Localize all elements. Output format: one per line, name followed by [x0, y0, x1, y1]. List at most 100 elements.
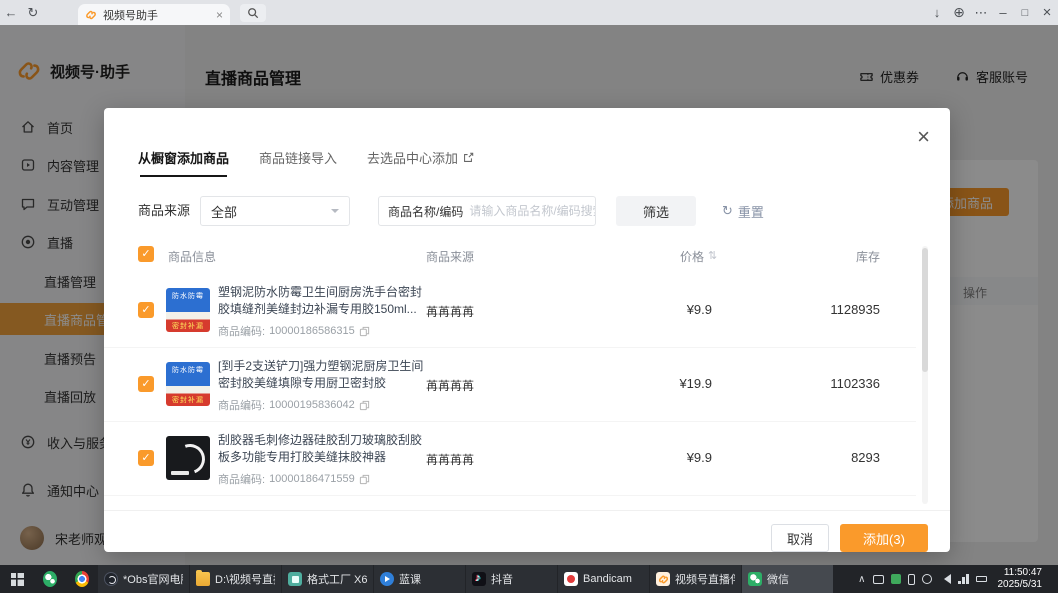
browser-chrome: 视频号助手: [0, 0, 1058, 25]
product-stock: 1102336: [792, 376, 880, 391]
modal-scrollbar[interactable]: [922, 246, 928, 504]
sort-icon[interactable]: [708, 249, 717, 262]
download-icon[interactable]: [926, 0, 948, 25]
row-checkbox[interactable]: [138, 376, 154, 392]
search-icon[interactable]: [240, 4, 266, 22]
taskbar-app-wechat[interactable]: 微信: [742, 565, 833, 593]
taskbar: *Obs官网电脑... D:\视频号直播... 格式工厂 X64 ... 蓝课 …: [0, 565, 1058, 593]
tab-label: 从橱窗添加商品: [138, 148, 229, 167]
product-stock: 1128935: [792, 302, 880, 317]
network-icon[interactable]: [958, 574, 969, 584]
refresh-icon[interactable]: [22, 0, 44, 25]
row-checkbox[interactable]: [138, 302, 154, 318]
cancel-button[interactable]: 取消: [771, 524, 829, 552]
channels-live-icon: [656, 572, 670, 586]
select-all-checkbox[interactable]: [138, 246, 154, 262]
speaker-icon[interactable]: [939, 574, 951, 584]
more-icon[interactable]: [970, 0, 992, 25]
back-icon[interactable]: [0, 0, 22, 25]
column-product-info: 商品信息: [168, 248, 216, 265]
minimize-icon[interactable]: [992, 0, 1014, 25]
clock-date: 2025/5/31: [998, 579, 1043, 591]
tab-import-by-link[interactable]: 商品链接导入: [259, 148, 337, 167]
globe-icon[interactable]: [948, 0, 970, 25]
add-product-modal: 从橱窗添加商品 商品链接导入 去选品中心添加 商品来源 全部 商品名称/编码: [104, 108, 950, 552]
screen: 视频号助手 视频号·助手 首页 内容管理: [0, 0, 1058, 593]
modal-close-icon[interactable]: [917, 126, 930, 148]
wechat-icon: [43, 571, 57, 587]
product-code-value: 10000195836042: [269, 399, 355, 411]
format-factory-icon: [288, 572, 302, 586]
usb-icon[interactable]: [976, 576, 987, 582]
modal-tabs: 从橱窗添加商品 商品链接导入 去选品中心添加: [138, 148, 474, 167]
product-code-label: 商品编码:: [218, 397, 265, 413]
scrollbar-thumb[interactable]: [922, 248, 928, 372]
taskbar-app-lanke[interactable]: 蓝课: [374, 565, 465, 593]
bandicam-icon: [564, 572, 578, 586]
product-thumbnail: [166, 436, 210, 480]
system-tray: 11:50:47 2025/5/31: [850, 565, 1058, 593]
chevron-down-icon: [331, 209, 339, 217]
filter-button[interactable]: 筛选: [616, 196, 696, 226]
security-icon[interactable]: [891, 574, 901, 584]
taskbar-app-douyin[interactable]: 抖音: [466, 565, 557, 593]
table-row: 防水防霉 密封补漏 塑钢泥防水防霉卫生间厨房洗手台密封胶填缝剂美缝封边补漏专用胶…: [104, 274, 916, 348]
name-search-input[interactable]: [469, 204, 595, 218]
reset-button[interactable]: 重置: [722, 196, 764, 226]
product-title[interactable]: [到手2支送铲刀]强力塑钢泥厨房卫生间密封胶美缝填隙专用厨卫密封胶150M...: [218, 358, 426, 393]
copy-icon[interactable]: [359, 474, 370, 485]
display-icon[interactable]: [922, 574, 932, 584]
taskbar-app-explorer[interactable]: D:\视频号直播...: [190, 565, 281, 593]
name-filter-group: 商品名称/编码: [378, 196, 596, 226]
external-link-icon: [462, 152, 474, 164]
pinned-chrome[interactable]: [66, 565, 98, 593]
column-product-source: 商品来源: [426, 248, 474, 265]
taskbar-app-label: Bandicam: [583, 573, 632, 585]
taskbar-app-obs[interactable]: *Obs官网电脑...: [98, 565, 189, 593]
product-code: 商品编码: 10000186471559: [218, 471, 370, 487]
copy-icon[interactable]: [359, 326, 370, 337]
refresh-icon: [722, 203, 733, 219]
modal-footer: 取消 添加(3): [104, 510, 950, 552]
taskbar-app-channels-live[interactable]: 视频号直播伴侣: [650, 565, 741, 593]
douyin-icon: [472, 572, 486, 586]
browser-tab[interactable]: 视频号助手: [78, 4, 230, 25]
taskbar-clock[interactable]: 11:50:47 2025/5/31: [994, 567, 1051, 591]
thumbnail-text: 防水防霉: [166, 291, 210, 301]
product-source: 苒苒苒苒: [426, 451, 474, 468]
product-title[interactable]: 刮胶器毛刺修边器硅胶刮刀玻璃胶刮胶板多功能专用打胶美缝抹胶神器: [218, 432, 426, 467]
channels-logo-icon: [85, 9, 97, 21]
tab-label: 去选品中心添加: [367, 148, 458, 167]
chrome-icon: [75, 571, 89, 587]
confirm-add-button[interactable]: 添加(3): [840, 524, 928, 552]
maximize-icon[interactable]: [1014, 0, 1036, 26]
thumbnail-text: 防水防霉: [166, 365, 210, 375]
tab-close-icon[interactable]: [216, 8, 223, 22]
row-checkbox[interactable]: [138, 450, 154, 466]
hidden-icons-chevron[interactable]: [858, 574, 865, 585]
taskbar-app-bandicam[interactable]: Bandicam: [558, 565, 649, 593]
taskbar-app-format-factory[interactable]: 格式工厂 X64 ...: [282, 565, 373, 593]
name-filter-label: 商品名称/编码: [388, 203, 463, 220]
phone-icon[interactable]: [908, 574, 915, 585]
tab-add-from-showcase[interactable]: 从橱窗添加商品: [138, 148, 229, 167]
start-button[interactable]: [0, 565, 34, 593]
source-select[interactable]: 全部: [200, 196, 350, 226]
product-title[interactable]: 塑钢泥防水防霉卫生间厨房洗手台密封胶填缝剂美缝封边补漏专用胶150ml...: [218, 284, 426, 319]
taskbar-app-label: 微信: [767, 571, 789, 587]
product-price: ¥19.9: [616, 376, 712, 391]
close-icon[interactable]: [1036, 0, 1058, 25]
lanke-icon: [380, 572, 394, 586]
tab-selection-center[interactable]: 去选品中心添加: [367, 148, 474, 167]
reset-label: 重置: [738, 202, 764, 221]
monitor-icon[interactable]: [873, 575, 884, 584]
table-header: 商品信息 商品来源 价格 库存: [104, 246, 950, 266]
table-row: 防水防霉 密封补漏 [到手2支送铲刀]强力塑钢泥厨房卫生间密封胶美缝填隙专用厨卫…: [104, 348, 916, 422]
modal-filters: 商品来源 全部 商品名称/编码 筛选 重置: [138, 196, 920, 226]
column-stock: 库存: [804, 248, 880, 265]
page: 视频号·助手 首页 内容管理 互动管理 直播 直播管理 直播商: [0, 25, 1058, 565]
taskbar-app-label: 视频号直播伴侣: [675, 571, 735, 587]
copy-icon[interactable]: [359, 400, 370, 411]
pinned-wechat[interactable]: [34, 565, 66, 593]
thumbnail-text: 密封补漏: [166, 395, 210, 405]
